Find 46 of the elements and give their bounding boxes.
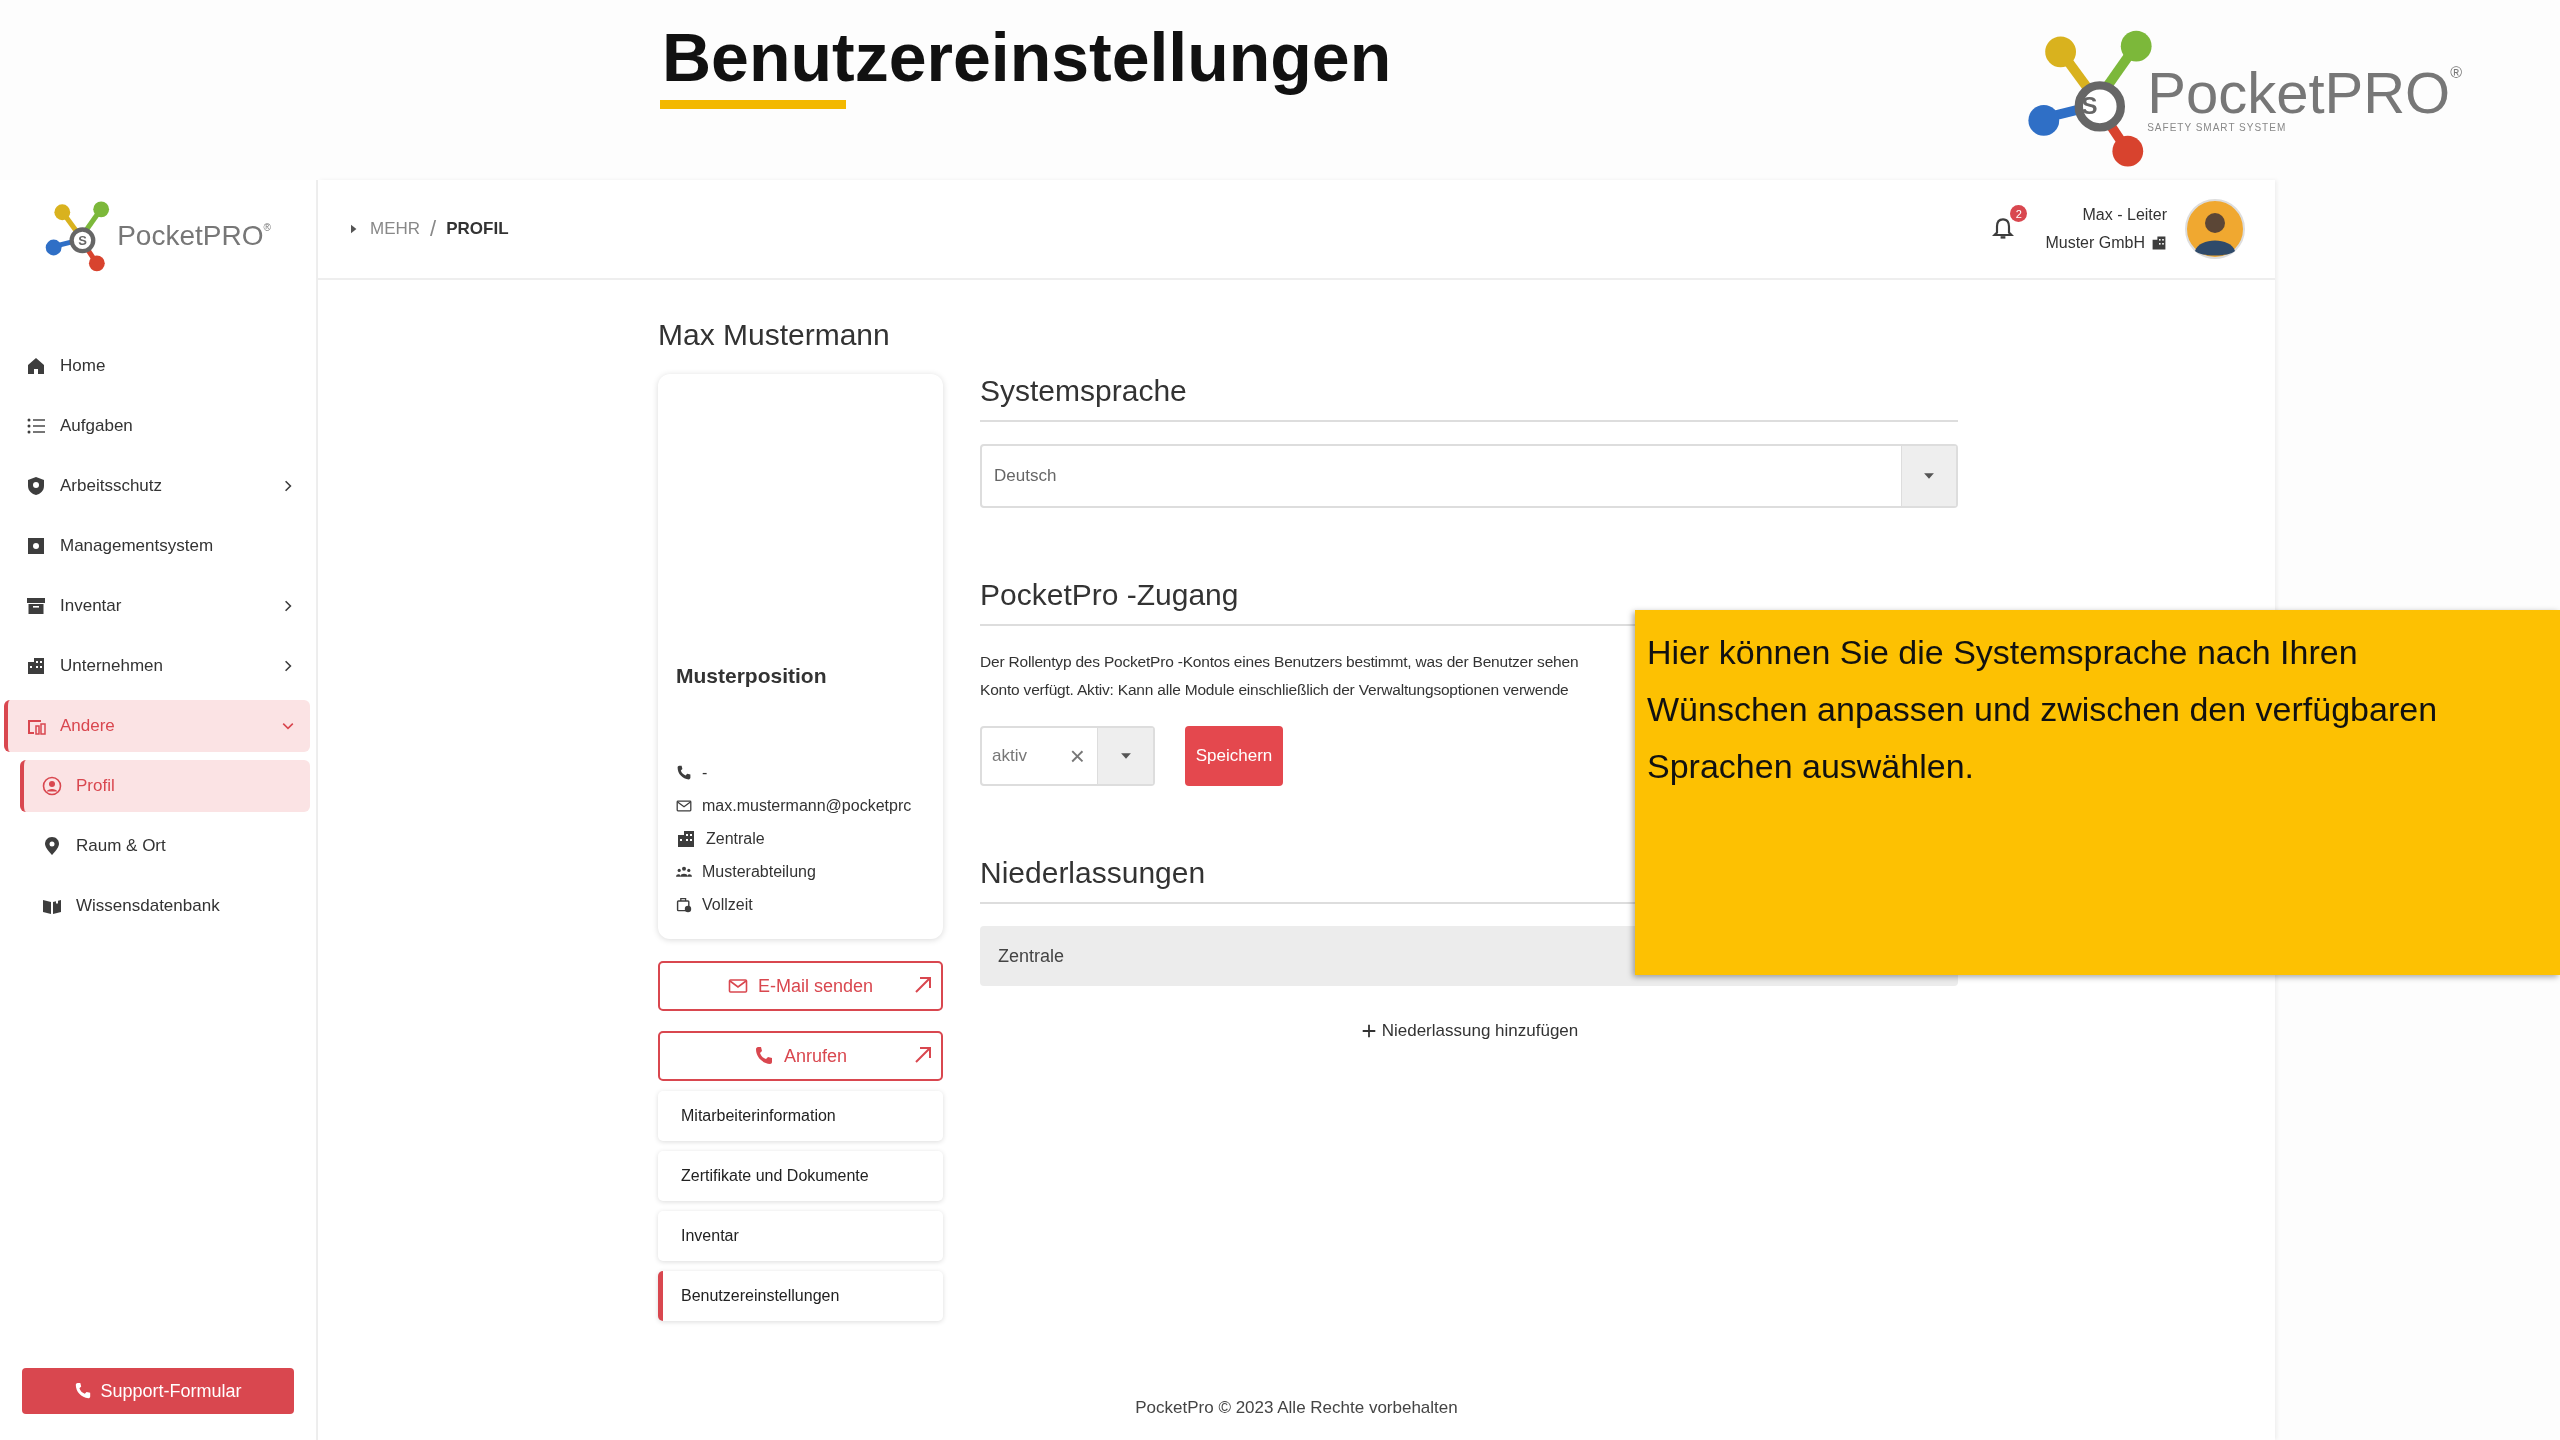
sidebar-item[interactable]: Profil [20, 760, 310, 812]
registered-mark: ® [2450, 63, 2462, 81]
registered-mark: ® [263, 222, 271, 233]
sidebar-item[interactable]: Managementsystem [4, 520, 310, 572]
profile-name: Max Mustermann [658, 318, 891, 352]
email-button[interactable]: E-Mail senden [658, 961, 943, 1011]
profile-detail: max.mustermann@pocketprc [702, 796, 912, 815]
logo-text: PocketPRO [2147, 63, 2451, 122]
position-title: Musterposition [676, 664, 828, 688]
profile-detail: Vollzeit [702, 895, 753, 914]
profile-detail: Zentrale [706, 829, 765, 848]
description-text: Konto verfügt. Aktiv: Kann alle Module einschließlich der Verwaltungsoptionen verwende [980, 680, 1569, 700]
profile-detail: Musterabteilung [702, 862, 816, 881]
logo-symbol: S [78, 233, 87, 247]
sidebar-item[interactable]: Arbeitsschutz [4, 460, 310, 512]
breadcrumb-link[interactable]: MEHR [370, 219, 421, 239]
support-button[interactable]: Support-Formular [22, 1368, 294, 1414]
profile-detail: - [702, 763, 708, 782]
footer-text: PocketPro © 2023 Alle Rechte vorbehalten [1134, 1398, 1459, 1418]
logo-text: PocketPRO [117, 222, 264, 250]
sidebar-item[interactable]: Home [4, 340, 310, 392]
logo-symbol: S [2081, 94, 2098, 119]
sidebar-item[interactable]: Raum & Ort [20, 820, 310, 872]
slide-title: Benutzereinstellungen [662, 18, 1392, 96]
sidebar-item[interactable]: Wissensdatenbank [20, 880, 310, 932]
logo-tagline: SAFETY SMART SYSTEM [2147, 121, 2288, 133]
breadcrumb-separator: / [430, 216, 437, 242]
sidebar-item[interactable]: Unternehmen [4, 640, 310, 692]
profile-menu-item[interactable]: Benutzereinstellungen [658, 1271, 943, 1321]
user-name: Max - Leiter [2082, 206, 2167, 224]
add-branch-link[interactable]: Niederlassung hinzufügen [1353, 1020, 1585, 1042]
sidebar-item[interactable]: Inventar [4, 580, 310, 632]
notification-button[interactable]: 2 [1979, 205, 2028, 253]
breadcrumb-link[interactable]: PROFIL [446, 219, 509, 239]
language-select[interactable]: Deutsch [980, 444, 1958, 508]
call-button[interactable]: Anrufen [658, 1031, 943, 1081]
sidebar-item[interactable]: Aufgaben [4, 400, 310, 452]
callout-text: Hier können Sie die Systemsprache nach Ihren Wünschen anpassen und zwischen den verfügbaren Sprachen auswählen. [1635, 610, 2560, 975]
save-button[interactable]: Speichern [1185, 726, 1283, 786]
clear-button[interactable]: × [1057, 728, 1097, 784]
sidebar-item[interactable]: Andere [4, 700, 310, 752]
company-name: Muster GmbH [2045, 234, 2145, 252]
notification-badge: 2 [2010, 205, 2028, 222]
role-select[interactable]: aktiv × [980, 726, 1155, 786]
section-heading: Systemsprache [980, 374, 1958, 422]
description-text: Der Rollentyp des PocketPro -Kontos eines Benutzers bestimmt, was der Benutzer sehen [980, 652, 1579, 672]
